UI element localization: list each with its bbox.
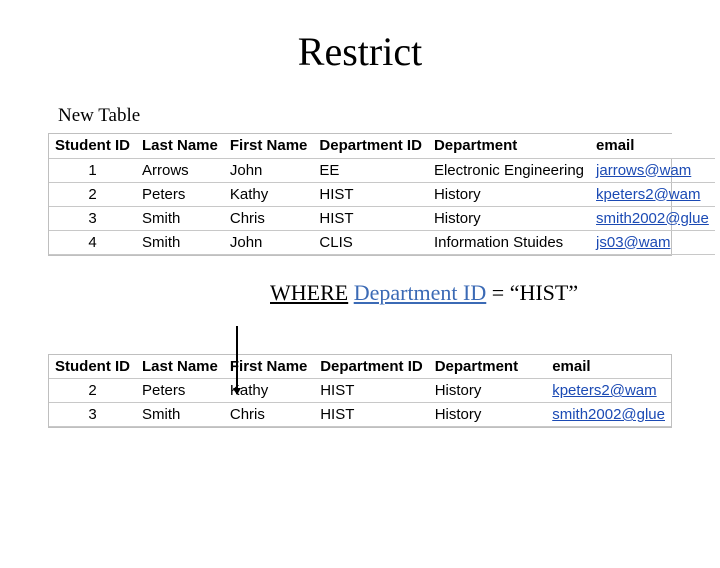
cell-dep: History	[428, 206, 590, 230]
cell-did: HIST	[314, 403, 429, 427]
th-first-name: First Name	[224, 134, 314, 158]
cell-id: 3	[49, 403, 136, 427]
cell-id: 2	[49, 182, 136, 206]
cell-dep: History	[429, 379, 546, 403]
cell-ln: Arrows	[136, 158, 224, 182]
cell-did: HIST	[313, 206, 428, 230]
cell-dep: Information Stuides	[428, 230, 590, 254]
arrow-down-icon	[236, 326, 238, 394]
th-department: Department	[428, 134, 590, 158]
table-row: 3 Smith Chris HIST History smith2002@glu…	[49, 206, 715, 230]
table-row: 2 Peters Kathy HIST History kpeters2@wam	[49, 182, 715, 206]
th-student-id: Student ID	[49, 134, 136, 158]
query-field: Department ID	[354, 280, 487, 305]
cell-ln: Smith	[136, 230, 224, 254]
cell-ln: Peters	[136, 379, 224, 403]
cell-id: 2	[49, 379, 136, 403]
email-link[interactable]: kpeters2@wam	[596, 186, 700, 203]
cell-ln: Smith	[136, 403, 224, 427]
source-table: Student ID Last Name First Name Departme…	[48, 133, 672, 256]
cell-id: 4	[49, 230, 136, 254]
cell-fn: John	[224, 158, 314, 182]
keyword-where: WHERE	[270, 280, 348, 305]
page-title: Restrict	[0, 28, 720, 75]
query-clause: WHERE Department ID = “HIST”	[270, 280, 720, 306]
email-link[interactable]: kpeters2@wam	[552, 382, 656, 399]
email-link[interactable]: jarrows@wam	[596, 162, 691, 179]
subtitle-new-table: New Table	[58, 105, 720, 127]
cell-dep: Electronic Engineering	[428, 158, 590, 182]
email-link[interactable]: smith2002@glue	[596, 210, 709, 227]
email-link[interactable]: js03@wam	[596, 234, 670, 251]
th-department-id: Department ID	[313, 134, 428, 158]
cell-did: EE	[313, 158, 428, 182]
th-email: email	[546, 355, 671, 379]
table-header-row: Student ID Last Name First Name Departme…	[49, 355, 671, 379]
cell-fn: Chris	[224, 403, 314, 427]
cell-id: 1	[49, 158, 136, 182]
th-department: Department	[429, 355, 546, 379]
table-row: 2 Peters Kathy HIST History kpeters2@wam	[49, 379, 671, 403]
cell-did: CLIS	[313, 230, 428, 254]
cell-ln: Peters	[136, 182, 224, 206]
table-row: 4 Smith John CLIS Information Stuides js…	[49, 230, 715, 254]
cell-fn: John	[224, 230, 314, 254]
th-student-id: Student ID	[49, 355, 136, 379]
query-value: “HIST”	[510, 280, 578, 305]
cell-fn: Kathy	[224, 182, 314, 206]
result-table: Student ID Last Name First Name Departme…	[48, 354, 672, 429]
th-last-name: Last Name	[136, 355, 224, 379]
query-equals: =	[492, 280, 510, 305]
cell-did: HIST	[314, 379, 429, 403]
table-header-row: Student ID Last Name First Name Departme…	[49, 134, 715, 158]
cell-fn: Chris	[224, 206, 314, 230]
cell-ln: Smith	[136, 206, 224, 230]
cell-dep: History	[429, 403, 546, 427]
cell-dep: History	[428, 182, 590, 206]
table-row: 3 Smith Chris HIST History smith2002@glu…	[49, 403, 671, 427]
email-link[interactable]: smith2002@glue	[552, 406, 665, 423]
cell-did: HIST	[313, 182, 428, 206]
th-department-id: Department ID	[314, 355, 429, 379]
th-last-name: Last Name	[136, 134, 224, 158]
th-email: email	[590, 134, 715, 158]
cell-id: 3	[49, 206, 136, 230]
table-row: 1 Arrows John EE Electronic Engineering …	[49, 158, 715, 182]
